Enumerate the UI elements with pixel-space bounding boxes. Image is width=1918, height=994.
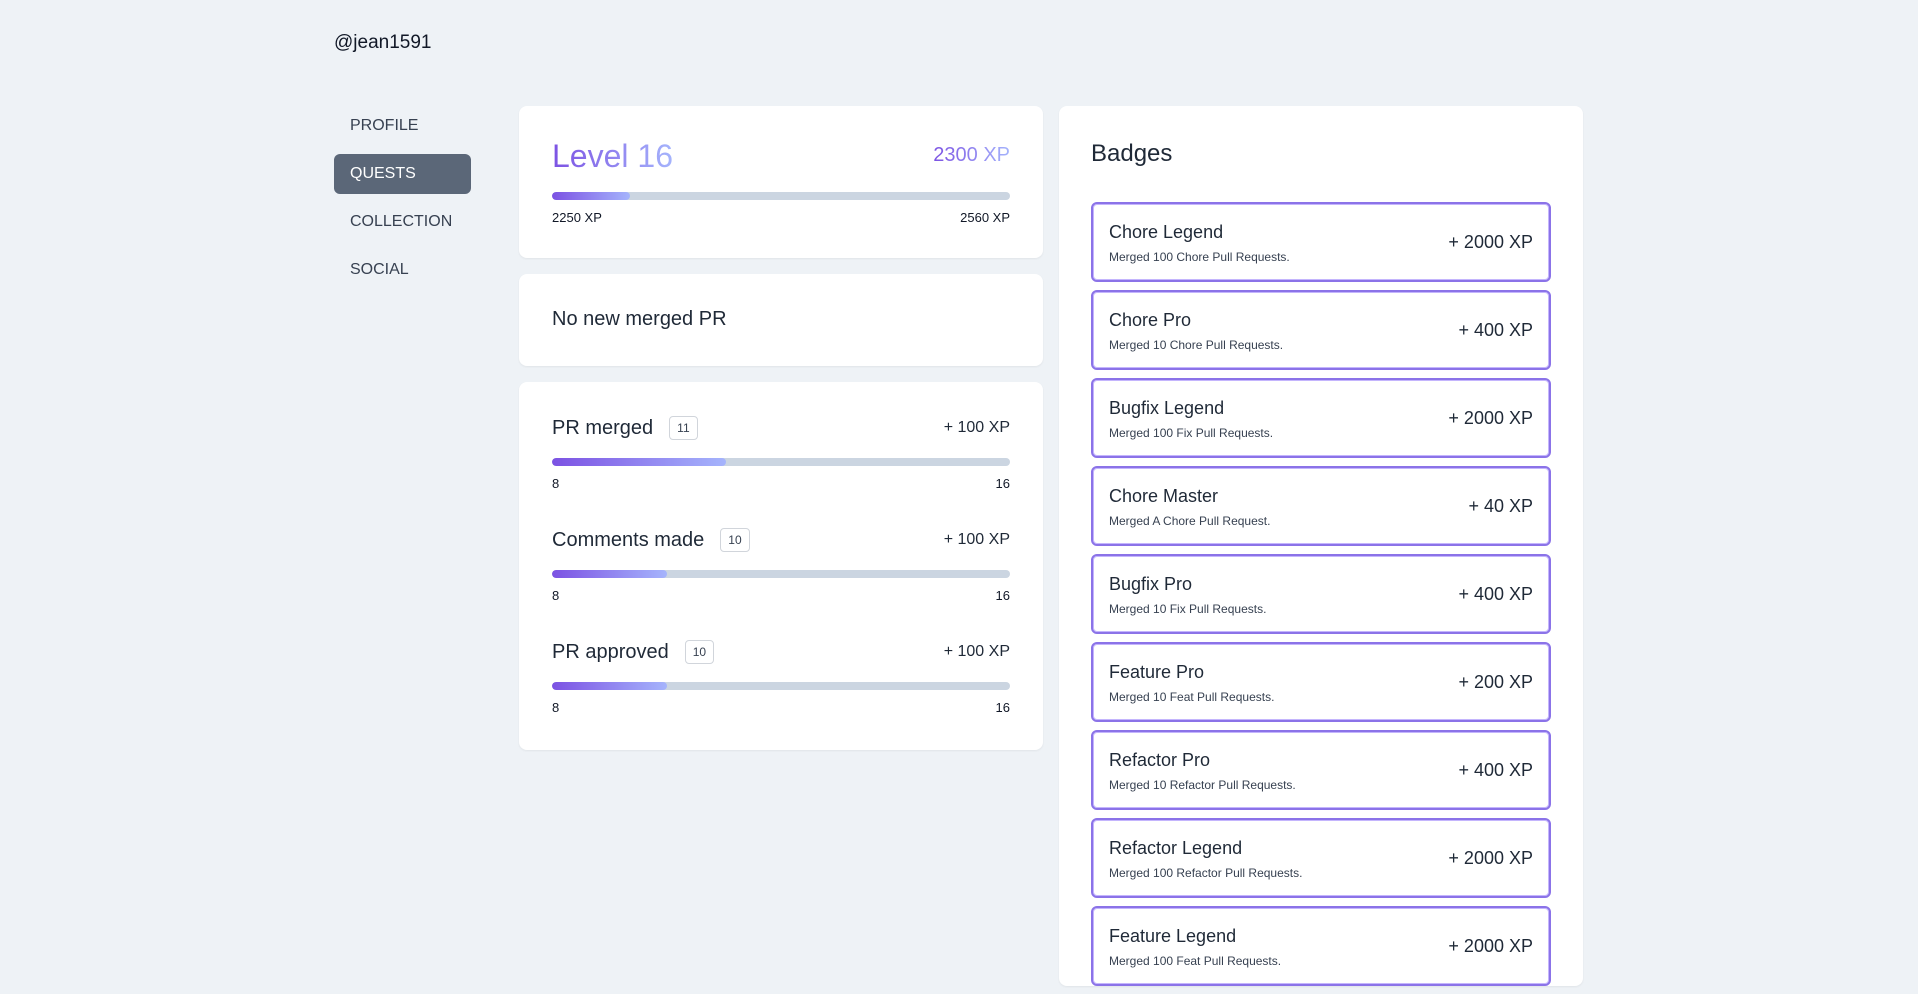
- quest-title-wrap: PR merged 11: [552, 416, 698, 440]
- level-min-xp: 2250 XP: [552, 210, 602, 225]
- quest-range: 8 16: [552, 588, 1010, 603]
- quest-progress-fill: [552, 458, 727, 466]
- badge-item[interactable]: Feature Pro Merged 10 Feat Pull Requests…: [1091, 642, 1551, 722]
- badge-description: Merged 100 Feat Pull Requests.: [1109, 954, 1282, 968]
- badge-item[interactable]: Bugfix Pro Merged 10 Fix Pull Requests. …: [1091, 554, 1551, 634]
- badge-name: Refactor Legend: [1109, 838, 1243, 858]
- quest-progress-bar: [552, 458, 1010, 466]
- badge-xp: + 400 XP: [1458, 584, 1533, 604]
- quest-xp: + 100 XP: [943, 531, 1010, 548]
- badge-item[interactable]: Chore Pro Merged 10 Chore Pull Requests.…: [1091, 290, 1551, 370]
- quest-item: Comments made 10 + 100 XP 8 16: [519, 494, 1043, 604]
- level-title: Level 16: [552, 138, 673, 174]
- badge-xp: + 2000 XP: [1448, 936, 1533, 956]
- quest-min: 8: [552, 700, 560, 715]
- level-progress-bar: [552, 192, 1010, 200]
- badge-xp: + 2000 XP: [1448, 848, 1533, 868]
- nav-item-social[interactable]: SOCIAL: [334, 250, 471, 290]
- quest-max: 16: [995, 476, 1010, 491]
- badge-name: Bugfix Legend: [1109, 398, 1225, 418]
- quest-count-badge: 10: [720, 528, 750, 552]
- quest-item: PR approved 10 + 100 XP 8 16: [519, 606, 1043, 716]
- quest-title-wrap: PR approved 10: [552, 640, 715, 664]
- nav-item-collection[interactable]: COLLECTION: [334, 202, 471, 242]
- pr-status-text: No new merged PR: [552, 308, 727, 330]
- badge-name: Chore Legend: [1109, 222, 1224, 242]
- quest-min: 8: [552, 476, 560, 491]
- badge-description: Merged 10 Chore Pull Requests.: [1109, 338, 1284, 352]
- badge-description: Merged 100 Chore Pull Requests.: [1109, 250, 1290, 264]
- badge-item[interactable]: Chore Legend Merged 100 Chore Pull Reque…: [1091, 202, 1551, 282]
- level-max-xp: 2560 XP: [960, 210, 1010, 225]
- quest-range: 8 16: [552, 700, 1010, 715]
- sidebar-nav: PROFILE QUESTS COLLECTION SOCIAL: [334, 106, 471, 298]
- quest-progress-bar: [552, 682, 1010, 690]
- quest-max: 16: [995, 588, 1010, 603]
- quest-min: 8: [552, 588, 560, 603]
- quest-progress-fill: [552, 570, 667, 578]
- badge-description: Merged A Chore Pull Request.: [1109, 514, 1271, 528]
- quests-card: PR merged 11 + 100 XP 8 16 Comments made…: [519, 382, 1043, 750]
- level-card: Level 16 2300 XP 2250 XP 2560 XP: [519, 106, 1043, 258]
- quest-title: PR approved: [552, 640, 669, 663]
- badge-name: Bugfix Pro: [1109, 574, 1193, 594]
- current-xp: 2300 XP: [933, 144, 1010, 166]
- badge-list: Chore Legend Merged 100 Chore Pull Reque…: [1091, 202, 1551, 994]
- badge-xp: + 40 XP: [1468, 496, 1533, 516]
- level-progress-fill: [552, 192, 630, 200]
- badge-description: Merged 100 Fix Pull Requests.: [1109, 426, 1274, 440]
- badge-xp: + 400 XP: [1458, 760, 1533, 780]
- badge-xp: + 2000 XP: [1448, 408, 1533, 428]
- level-range: 2250 XP 2560 XP: [552, 210, 1010, 225]
- quest-count-badge: 11: [669, 416, 698, 440]
- quest-xp: + 100 XP: [943, 643, 1010, 660]
- badge-name: Feature Legend: [1109, 926, 1237, 946]
- quest-progress-fill: [552, 682, 667, 690]
- quest-progress-bar: [552, 570, 1010, 578]
- badge-name: Refactor Pro: [1109, 750, 1211, 770]
- badges-card: Badges Chore Legend Merged 100 Chore Pul…: [1059, 106, 1583, 986]
- quest-range: 8 16: [552, 476, 1010, 491]
- pr-status-card: No new merged PR: [519, 274, 1043, 366]
- quest-count-badge: 10: [684, 640, 715, 664]
- quest-item: PR merged 11 + 100 XP 8 16: [519, 382, 1043, 492]
- quest-title-wrap: Comments made 10: [552, 528, 750, 552]
- badge-xp: + 200 XP: [1458, 672, 1533, 692]
- badge-xp: + 400 XP: [1458, 320, 1533, 340]
- badge-description: Merged 10 Refactor Pull Requests.: [1109, 778, 1296, 792]
- nav-item-profile[interactable]: PROFILE: [334, 106, 471, 146]
- badge-xp: + 2000 XP: [1448, 232, 1533, 252]
- quest-title: PR merged: [552, 416, 654, 439]
- nav-item-quests[interactable]: QUESTS: [334, 154, 471, 194]
- badge-description: Merged 10 Feat Pull Requests.: [1109, 690, 1275, 704]
- badge-name: Chore Master: [1109, 486, 1219, 506]
- badge-item[interactable]: Chore Master Merged A Chore Pull Request…: [1091, 466, 1551, 546]
- quest-xp: + 100 XP: [943, 419, 1010, 436]
- badge-name: Feature Pro: [1109, 662, 1205, 682]
- badge-description: Merged 100 Refactor Pull Requests.: [1109, 866, 1303, 880]
- badge-item[interactable]: Feature Legend Merged 100 Feat Pull Requ…: [1091, 906, 1551, 986]
- badge-item[interactable]: Bugfix Legend Merged 100 Fix Pull Reques…: [1091, 378, 1551, 458]
- badge-item[interactable]: Refactor Pro Merged 10 Refactor Pull Req…: [1091, 730, 1551, 810]
- badges-title: Badges: [1091, 140, 1173, 167]
- username: @jean1591: [334, 32, 432, 53]
- quest-max: 16: [995, 700, 1010, 715]
- badge-item[interactable]: Refactor Legend Merged 100 Refactor Pull…: [1091, 818, 1551, 898]
- badge-name: Chore Pro: [1109, 310, 1192, 330]
- badge-description: Merged 10 Fix Pull Requests.: [1109, 602, 1267, 616]
- quest-title: Comments made: [552, 528, 705, 551]
